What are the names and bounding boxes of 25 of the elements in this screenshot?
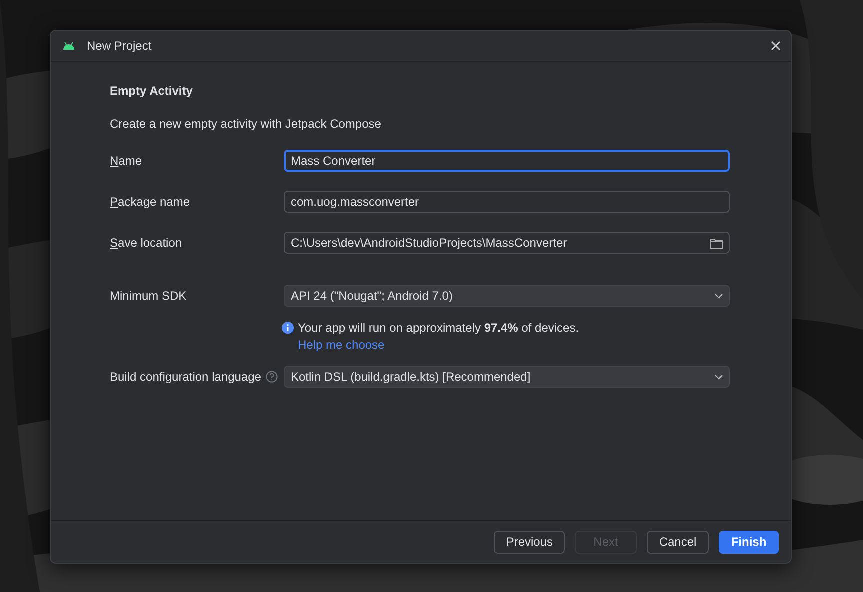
section-heading: Empty Activity — [110, 84, 194, 98]
android-icon — [63, 42, 75, 50]
dialog-button[interactable]: Cancel — [647, 530, 709, 554]
field-label: Save location — [110, 236, 182, 250]
description-text: Create a new empty activity with Jetpack Compose — [110, 117, 382, 131]
dialog-button[interactable]: Previous — [494, 530, 565, 554]
field-label: Name — [110, 154, 142, 168]
text-field[interactable]: Mass Converter — [284, 150, 730, 172]
dropdown[interactable]: Kotlin DSL (build.gradle.kts) [Recommended] — [284, 366, 730, 388]
chevron-down-icon — [715, 294, 723, 298]
text-field[interactable]: com.uog.massconverter — [284, 191, 730, 213]
dropdown[interactable]: API 24 ("Nougat"; Android 7.0) — [284, 285, 730, 307]
field-label: Minimum SDK — [110, 289, 187, 303]
folder-icon[interactable] — [710, 238, 723, 248]
help-icon[interactable] — [266, 371, 278, 383]
help-link[interactable]: Help me choose — [298, 338, 580, 352]
path-field[interactable]: C:\Users\dev\AndroidStudioProjects\MassConverter — [284, 232, 730, 254]
chevron-down-icon — [715, 374, 723, 380]
close-icon[interactable] — [771, 41, 781, 51]
field-label: Package name — [110, 195, 190, 209]
dialog-button[interactable]: Finish — [719, 530, 779, 554]
info-text: Your app will run on approximately 97.4% of devices. — [298, 321, 580, 335]
window-title: New Project — [87, 39, 153, 53]
info-icon — [282, 322, 294, 334]
field-label: Build configuration language — [110, 370, 262, 384]
